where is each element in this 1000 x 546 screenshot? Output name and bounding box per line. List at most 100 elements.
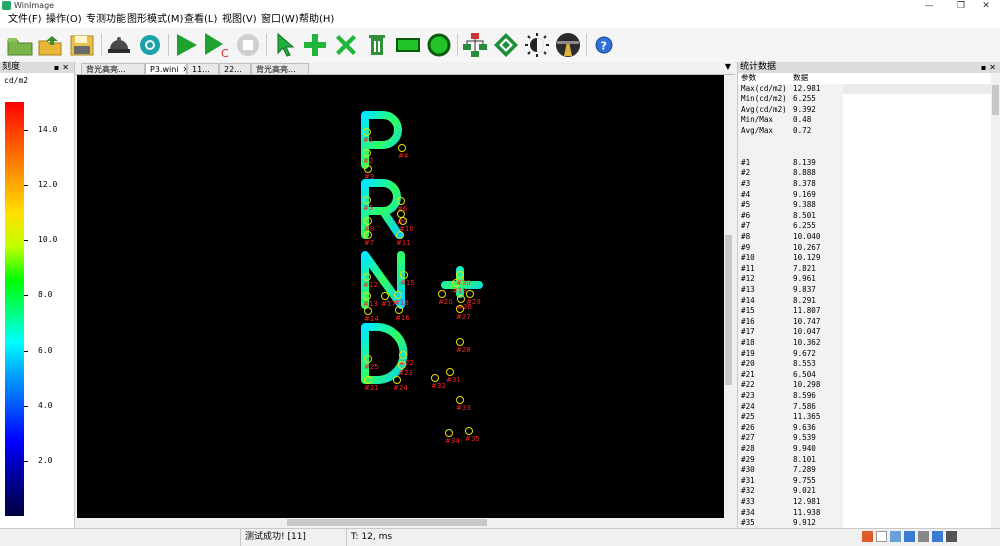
delete-point-icon[interactable] xyxy=(332,31,360,59)
point-value: 8.101 xyxy=(793,454,816,464)
tab-p3[interactable]: P3.wini✕ xyxy=(145,63,187,74)
tray-icon[interactable] xyxy=(876,531,887,542)
point-row: #32 9.021 xyxy=(738,486,991,497)
menu-help[interactable]: 帮助(H) xyxy=(299,12,334,28)
restore-button[interactable]: ❐ xyxy=(947,0,975,12)
tab-backlight-1[interactable]: 背光高亮... xyxy=(81,63,145,74)
road-icon[interactable] xyxy=(554,31,582,59)
point-row: #4 9.169 xyxy=(738,189,991,201)
scale-tick-label: 2.0 xyxy=(38,456,53,465)
ime-icon[interactable] xyxy=(862,531,873,542)
scale-panel-title: 刻度 xyxy=(2,62,21,72)
tray-icon[interactable] xyxy=(932,531,943,542)
measurement-marker[interactable] xyxy=(456,396,464,404)
marker-label: #33 xyxy=(456,404,471,412)
save-icon[interactable] xyxy=(68,31,96,59)
measurement-marker[interactable] xyxy=(393,376,401,384)
point-row: #26 9.636 xyxy=(738,422,991,434)
scale-unit-label: cd/m2 xyxy=(4,76,29,85)
tab-backlight-2[interactable]: 背光高亮... xyxy=(251,63,309,74)
play-continuous-icon[interactable]: C xyxy=(203,31,231,59)
menu-file[interactable]: 文件(F) xyxy=(8,12,42,28)
point-id: #23 xyxy=(741,391,755,400)
tray-icon[interactable] xyxy=(890,531,901,542)
measurement-marker[interactable] xyxy=(431,374,439,382)
hierarchy-icon[interactable] xyxy=(461,31,489,59)
menu-special-test[interactable]: 专测功能 xyxy=(86,12,126,28)
circle-tool-icon[interactable] xyxy=(425,31,453,59)
point-id: #16 xyxy=(741,316,755,326)
point-value: 9.755 xyxy=(793,475,816,485)
measurement-marker[interactable] xyxy=(364,307,372,315)
summary-param: Min(cd/m2) xyxy=(741,94,787,104)
add-point-icon[interactable] xyxy=(301,31,329,59)
panel-close-icon[interactable]: ✕ xyxy=(62,63,72,72)
measurement-marker[interactable] xyxy=(446,368,454,376)
point-id: #9 xyxy=(741,242,751,252)
menu-window[interactable]: 窗口(W) xyxy=(261,12,299,28)
point-row: #28 9.940 xyxy=(738,444,991,455)
menu-bar: 文件(F) 操作(O) 专测功能 图形模式(M) 查看(L) 视图(V) 窗口(… xyxy=(0,12,1000,28)
minimize-button[interactable]: — xyxy=(915,0,943,12)
stats-vertical-scrollbar[interactable] xyxy=(991,73,1000,528)
measurement-marker[interactable] xyxy=(466,290,474,298)
point-row: #2 8.888 xyxy=(738,168,991,179)
measurement-marker[interactable] xyxy=(445,429,453,437)
point-value: 10.747 xyxy=(793,316,821,326)
brightness-icon[interactable] xyxy=(523,31,551,59)
color-scale: cd/m2 14.0 12.0 10.0 8.0 6.0 4.0 2.0 xyxy=(0,73,74,528)
point-row: #18 10.362 xyxy=(738,338,991,349)
summary-value: 0.72 xyxy=(793,126,812,135)
menu-view[interactable]: 查看(L) xyxy=(184,12,217,28)
tray-icon[interactable] xyxy=(946,531,957,542)
point-value: 11.938 xyxy=(793,507,821,517)
rectangle-tool-icon[interactable] xyxy=(394,31,422,59)
table-header-row: 参数 数据 xyxy=(738,73,991,84)
panel-close-icon[interactable]: ✕ xyxy=(989,63,999,72)
measurement-marker[interactable] xyxy=(381,292,389,300)
help-icon[interactable]: ? xyxy=(590,31,618,59)
point-value: 10.129 xyxy=(793,253,821,263)
stop-icon[interactable] xyxy=(234,31,262,59)
select-arrow-icon[interactable] xyxy=(270,31,298,59)
measurement-marker[interactable] xyxy=(438,290,446,298)
measurement-marker[interactable] xyxy=(398,144,406,152)
point-id: #19 xyxy=(741,348,755,358)
point-value: 7.289 xyxy=(793,465,816,475)
svg-text:C: C xyxy=(221,47,229,58)
tab-11[interactable]: 11... xyxy=(187,63,219,74)
menu-graphics-mode[interactable]: 图形模式(M) xyxy=(127,12,183,28)
stats-panel-title: 统计数据 xyxy=(740,62,777,72)
open-folder-icon[interactable] xyxy=(6,31,34,59)
point-row: #23 8.596 xyxy=(738,391,991,402)
point-value: 10.267 xyxy=(793,242,821,252)
point-id: #21 xyxy=(741,369,755,379)
canvas-horizontal-scrollbar[interactable] xyxy=(77,518,724,527)
tray-icon[interactable] xyxy=(904,531,915,542)
marker-label: #1 xyxy=(363,136,373,144)
marker-label: #31 xyxy=(446,376,461,384)
point-row: #3 8.378 xyxy=(738,179,991,190)
canvas-vertical-scrollbar[interactable] xyxy=(724,75,733,518)
camera-dome-icon[interactable] xyxy=(105,31,133,59)
luminance-image-canvas[interactable]: #1 #2 #3 #4 #5 #6 #7 #8 #9 #10 #11 #12 #13 #14 #15 #16 #… xyxy=(77,75,724,518)
point-row: #7 6.255 xyxy=(738,221,991,232)
statistics-table: 参数 数据 Max(cd/m2) 12.981 Min(cd/m2) 6.255 Avg(c… xyxy=(738,73,991,528)
column-header-param: 参数 xyxy=(741,73,757,82)
settings-gear-icon[interactable] xyxy=(136,31,164,59)
menu-display[interactable]: 视图(V) xyxy=(222,12,257,28)
trash-icon[interactable] xyxy=(363,31,391,59)
open-file-icon[interactable] xyxy=(37,31,65,59)
scale-tick-label: 4.0 xyxy=(38,401,53,410)
play-icon[interactable] xyxy=(172,31,200,59)
tray-icon[interactable] xyxy=(918,531,929,542)
tab-dropdown-icon[interactable]: ▼ xyxy=(725,62,731,71)
summary-row: Max(cd/m2) 12.981 xyxy=(738,83,991,95)
grid-pattern-icon[interactable] xyxy=(492,31,520,59)
close-button[interactable]: ✕ xyxy=(972,0,1000,12)
tab-22[interactable]: 22... xyxy=(219,63,251,74)
marker-label: #25 xyxy=(364,363,379,371)
point-value: 9.940 xyxy=(793,444,816,453)
point-id: #8 xyxy=(741,232,751,241)
menu-operation[interactable]: 操作(O) xyxy=(46,12,82,28)
